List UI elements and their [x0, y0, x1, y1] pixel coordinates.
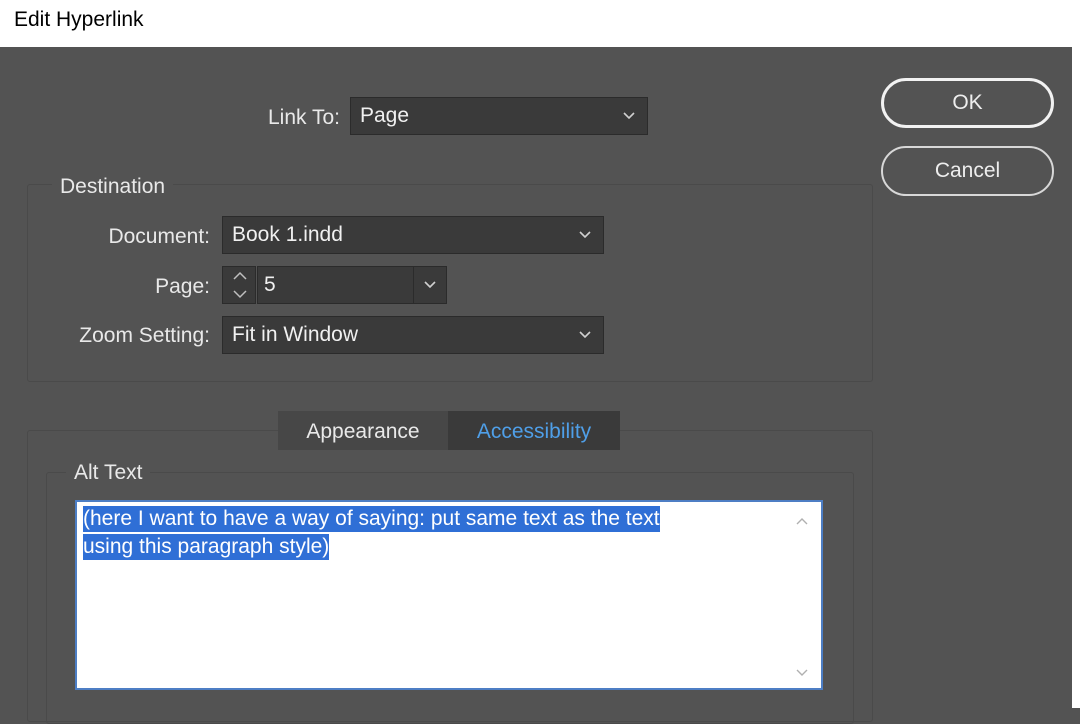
tab-accessibility-label: Accessibility — [476, 420, 592, 443]
stepper-down-icon[interactable] — [232, 289, 248, 299]
document-value: Book 1.indd — [232, 223, 343, 246]
scroll-down-icon[interactable] — [795, 668, 809, 678]
window-title: Edit Hyperlink — [0, 0, 1072, 47]
page-stepper[interactable] — [222, 266, 256, 304]
cancel-button-label: Cancel — [934, 159, 1001, 182]
document-dropdown[interactable]: Book 1.indd — [222, 216, 604, 254]
page-dropdown-divider — [413, 267, 414, 303]
tab-appearance[interactable]: Appearance — [278, 411, 448, 450]
alt-text-line-1: (here I want to have a way of saying: pu… — [83, 506, 660, 532]
zoom-label: Zoom Setting: — [79, 324, 210, 347]
alt-text-input[interactable]: (here I want to have a way of saying: pu… — [75, 500, 823, 690]
destination-title: Destination — [52, 175, 174, 199]
tab-appearance-label: Appearance — [306, 420, 420, 443]
alt-text-title: Alt Text — [66, 461, 151, 485]
page-label: Page: — [155, 275, 210, 298]
ok-button[interactable]: OK — [881, 78, 1054, 128]
chevron-down-icon — [623, 112, 635, 120]
link-to-dropdown[interactable]: Page — [350, 97, 648, 135]
scroll-up-icon[interactable] — [795, 516, 809, 526]
page-field[interactable]: 5 — [257, 266, 447, 304]
ok-button-label: OK — [952, 91, 983, 114]
link-to-label: Link To: — [268, 106, 340, 129]
page-value: 5 — [264, 273, 276, 296]
stepper-up-icon[interactable] — [232, 271, 248, 281]
zoom-dropdown[interactable]: Fit in Window — [222, 316, 604, 354]
zoom-value: Fit in Window — [232, 323, 359, 346]
link-to-value: Page — [360, 104, 410, 127]
alt-text-line-2: using this paragraph style) — [83, 534, 330, 560]
tab-accessibility[interactable]: Accessibility — [448, 411, 620, 450]
cancel-button[interactable]: Cancel — [881, 146, 1054, 196]
chevron-down-icon — [579, 231, 591, 239]
document-label: Document: — [108, 225, 210, 248]
window-edge — [1072, 0, 1080, 708]
chevron-down-icon[interactable] — [422, 276, 438, 292]
chevron-down-icon — [579, 331, 591, 339]
